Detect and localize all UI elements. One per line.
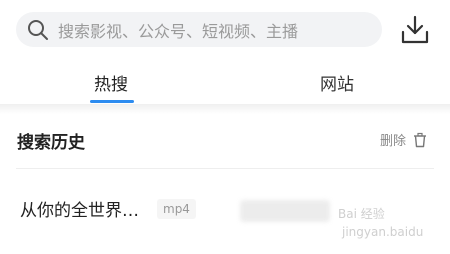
delete-history-button[interactable]: 删除: [380, 130, 428, 149]
tab-hot-search[interactable]: 热搜: [94, 70, 128, 95]
download-icon[interactable]: [400, 14, 430, 46]
baidu-watermark: Bai 经验 jingyan.baidu.com: [338, 206, 424, 239]
history-title: 搜索历史: [17, 133, 85, 153]
section-divider: [16, 168, 434, 169]
history-item[interactable]: 从你的全世界… mp4: [20, 196, 196, 221]
history-item-tag: mp4: [157, 198, 196, 219]
watermark-sub: jingyan.baidu.com: [341, 225, 424, 239]
search-placeholder: 搜索影视、公众号、短视频、主播: [58, 21, 299, 41]
tab-bar: 热搜 网站: [0, 60, 450, 104]
divider: [0, 104, 450, 114]
search-icon: [28, 19, 48, 40]
tab-websites[interactable]: 网站: [320, 70, 354, 95]
tab-active-indicator: [90, 100, 134, 103]
trash-icon: [414, 132, 427, 147]
blurred-placeholder: [240, 200, 330, 222]
history-item-text: 从你的全世界…: [20, 201, 139, 221]
delete-label: 删除: [380, 134, 407, 149]
search-bar[interactable]: 搜索影视、公众号、短视频、主播: [16, 12, 382, 47]
watermark-text: Bai 经验: [338, 206, 385, 221]
